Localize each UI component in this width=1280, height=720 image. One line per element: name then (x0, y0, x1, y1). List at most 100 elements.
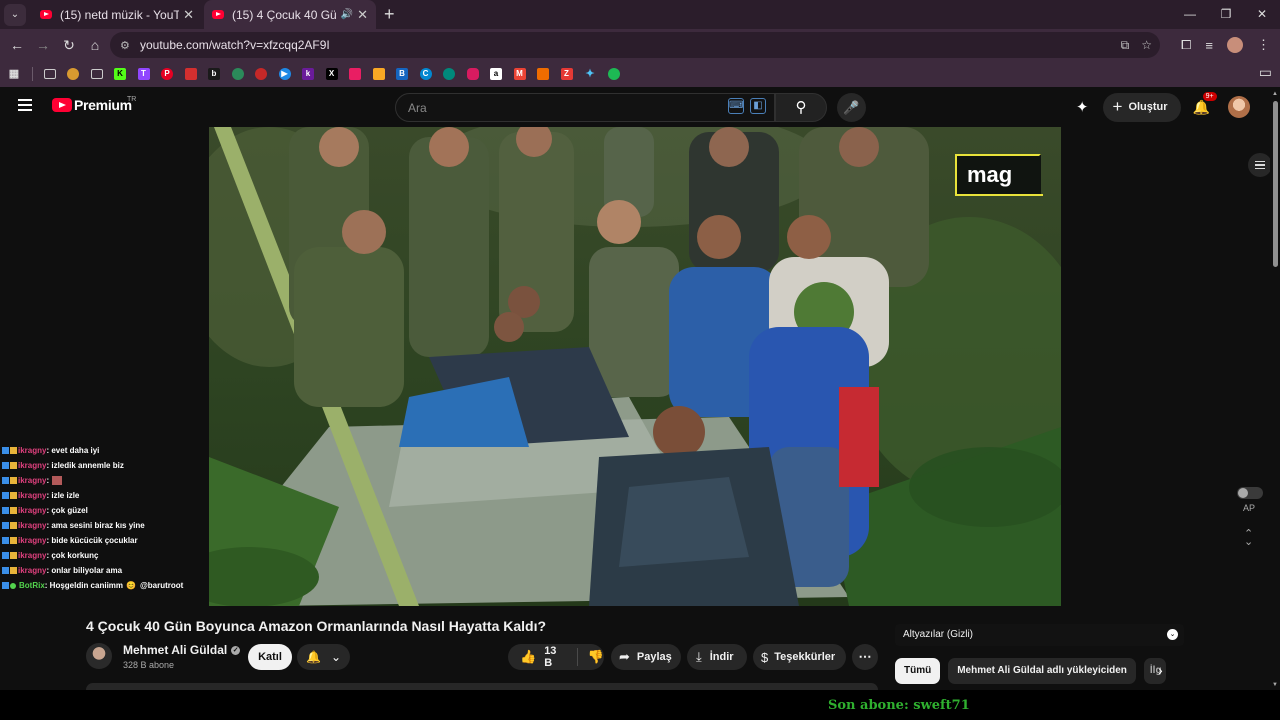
dislike-button[interactable]: 👎 (578, 649, 604, 665)
video-player[interactable] (209, 127, 1061, 606)
x-twitter-icon[interactable]: X (325, 68, 338, 80)
gemini-icon[interactable]: ✦ (1076, 98, 1089, 116)
create-button[interactable]: + Oluştur (1102, 92, 1181, 122)
instagram-icon[interactable] (466, 68, 479, 80)
profile-avatar-icon[interactable] (1227, 37, 1243, 53)
address-bar[interactable]: ⚙ youtube.com/watch?v=xfzcqq2AF9I ⧉ ☆ (110, 32, 1160, 58)
twitch-icon[interactable]: T (137, 68, 150, 80)
search-input[interactable]: Ara ⌨ ◧ (395, 93, 775, 122)
gmail-icon[interactable]: M (513, 68, 526, 80)
autoplay-toggle[interactable] (1237, 487, 1263, 499)
scroll-thumb[interactable] (1273, 101, 1278, 267)
thanks-button[interactable]: $ Teşekkürler (753, 644, 846, 670)
chat-text: : Hoşgeldin caniimm (44, 581, 124, 590)
folder-icon[interactable] (43, 69, 56, 79)
close-window-icon[interactable]: ✕ (1244, 0, 1280, 29)
spotify-icon[interactable] (607, 68, 620, 80)
minimize-icon[interactable]: — (1172, 0, 1208, 29)
home-icon[interactable]: ⌂ (82, 37, 108, 53)
bookmark-icon[interactable] (184, 68, 197, 80)
bookmark-icon[interactable] (537, 68, 549, 80)
chat-text: : izle izle (46, 491, 80, 500)
search-button[interactable]: ⚲ (775, 93, 827, 122)
channel-name-link[interactable]: Mehmet Ali Güldal ✓ (123, 643, 241, 657)
page-scrollbar[interactable]: ▲ ▼ (1270, 87, 1280, 690)
pinterest-icon[interactable]: P (161, 68, 173, 80)
new-tab-button[interactable]: + (384, 4, 395, 25)
restore-icon[interactable]: ❐ (1208, 0, 1244, 29)
bookmark-icon[interactable] (255, 68, 267, 80)
account-avatar[interactable] (1228, 96, 1250, 118)
scroll-down-icon[interactable]: ▼ (1272, 682, 1278, 688)
bookmark-icon[interactable]: Z (560, 68, 573, 80)
thanks-label: Teşekkürler (774, 651, 836, 663)
keyboard-icon[interactable]: ⌨ (728, 98, 744, 114)
bookmark-icon[interactable]: B (396, 68, 408, 80)
bookmark-icon[interactable]: ▶ (278, 68, 291, 80)
chip-from-uploader[interactable]: Mehmet Ali Güldal adlı yükleyiciden (948, 658, 1136, 684)
share-button[interactable]: ➦ Paylaş (611, 644, 681, 670)
audio-playing-icon[interactable]: 🔊 (341, 9, 353, 20)
extensions-icon[interactable]: ⧠ (1181, 37, 1191, 53)
browser-tab-1[interactable]: (15) netd müzik - YouTube ✕ (32, 0, 202, 29)
chat-message: ikragny: çok korkunç (2, 548, 207, 563)
bookmark-icon[interactable]: k (302, 68, 314, 80)
bookmark-icon[interactable] (372, 68, 385, 80)
translate-icon[interactable]: ◧ (750, 98, 766, 114)
browser-toolbar: ← → ↻ ⌂ ⚙ youtube.com/watch?v=xfzcqq2AF9… (0, 29, 1280, 61)
bookmark-icon[interactable]: b (208, 68, 220, 80)
notifications-button[interactable]: 🔔 9+ (1193, 91, 1217, 116)
back-icon[interactable]: ← (4, 37, 30, 53)
like-dislike-group: 👍 13 B 👎 (508, 644, 604, 670)
chip-all[interactable]: Tümü (895, 658, 941, 684)
apps-grid-icon[interactable]: ▦ (8, 68, 20, 80)
scroll-up-icon[interactable]: ▲ (1272, 91, 1278, 97)
close-tab-icon[interactable]: ✕ (357, 7, 368, 23)
voice-search-button[interactable]: 🎤 (837, 93, 866, 122)
menu-icon[interactable] (18, 99, 32, 111)
bookmarks-more-icon[interactable]: ▭ (1259, 64, 1272, 81)
bookmark-icon[interactable] (443, 68, 455, 80)
subtitles-dropdown[interactable]: Altyazılar (Gizli) ⌄ (895, 624, 1184, 646)
folder-icon[interactable] (90, 69, 103, 79)
kick-icon[interactable]: K (114, 68, 126, 80)
download-button[interactable]: ⤓ İndir (687, 644, 747, 670)
bookmark-icon[interactable] (349, 68, 361, 80)
browser-tab-2[interactable]: (15) 4 Çocuk 40 Gün Boyunca 🔊 ✕ (204, 0, 376, 29)
description-box[interactable] (86, 683, 878, 690)
site-info-icon[interactable]: ⚙ (120, 39, 132, 52)
like-button[interactable]: 👍 13 B (508, 645, 578, 669)
up-down-icon[interactable]: ⌃ ⌄ (1244, 529, 1253, 548)
youtube-logo[interactable]: Premium (52, 97, 132, 113)
chat-toggle-button[interactable] (1248, 153, 1272, 177)
amazon-icon[interactable]: a (490, 68, 502, 80)
chat-message: ikragny: izle izle (2, 488, 207, 503)
cast-icon[interactable]: ⧉ (1121, 38, 1130, 53)
media-control-icon[interactable]: ≡ (1205, 38, 1213, 53)
create-label: Oluştur (1128, 101, 1168, 113)
join-button[interactable]: Katıl (248, 644, 292, 670)
reload-icon[interactable]: ↻ (56, 37, 82, 54)
forward-icon[interactable]: → (30, 37, 56, 53)
chevron-down-icon: ⌄ (330, 650, 341, 664)
subscribed-button[interactable]: 🔔 ⌄ (297, 644, 350, 670)
chat-user: ikragny (18, 566, 47, 575)
browser-menu-icon[interactable]: ⋮ (1257, 37, 1270, 53)
tab-search-button[interactable]: ⌄ (4, 3, 26, 26)
bookmark-icon[interactable] (67, 68, 79, 80)
logo-text: Premium (74, 97, 132, 113)
channel-avatar[interactable] (86, 643, 112, 669)
bookmark-icon[interactable]: C (419, 68, 432, 80)
chat-message: ikragny: çok güzel (2, 503, 207, 518)
bookmark-icon[interactable] (231, 68, 244, 80)
bookmark-icon[interactable]: ✦ (584, 68, 596, 80)
badge-icon (2, 507, 9, 514)
more-actions-button[interactable]: ⋯ (852, 644, 878, 670)
chat-message: ikragny: bide kücücük çocuklar (2, 533, 207, 548)
tab-title: (15) netd müzik - YouTube (60, 7, 180, 22)
bookmark-star-icon[interactable]: ☆ (1141, 38, 1152, 52)
close-tab-icon[interactable]: ✕ (183, 7, 194, 23)
chevron-right-icon[interactable]: › (1158, 662, 1163, 678)
chat-mention: @barutroot (139, 581, 184, 590)
chat-message: ikragny: izledik annemle biz (2, 458, 207, 473)
